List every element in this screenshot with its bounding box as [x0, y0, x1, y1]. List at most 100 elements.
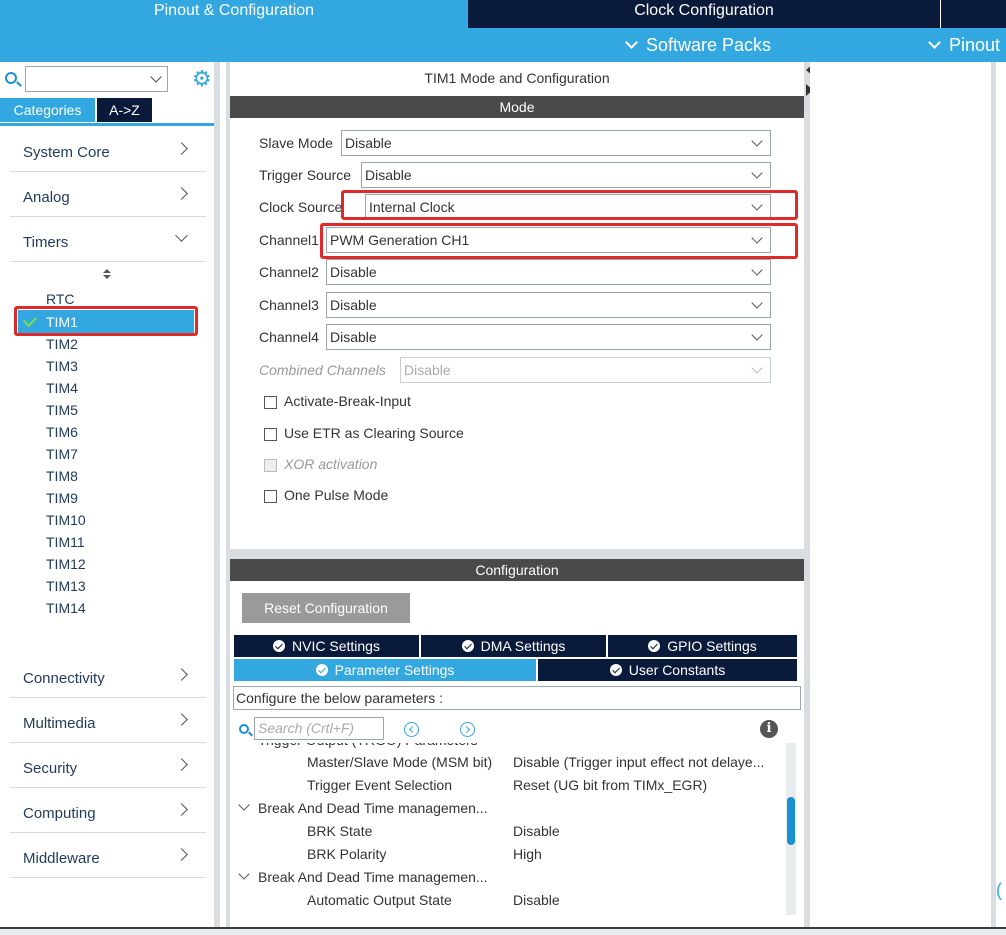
slave-mode-label: Slave Mode [259, 135, 333, 151]
activate-break-input-checkbox[interactable] [264, 396, 277, 409]
chevron-down-icon[interactable] [238, 799, 250, 811]
chevron-right-icon [175, 758, 188, 771]
reset-configuration-button: Reset Configuration [242, 593, 410, 623]
chevron-right-icon [175, 848, 188, 861]
software-packs-menu[interactable]: Software Packs [625, 28, 771, 62]
configuration-header: Configuration [230, 559, 804, 581]
tree-group-break-2[interactable]: Break And Dead Time managemen... [258, 866, 488, 888]
channel4-select[interactable]: Disable [326, 324, 771, 350]
chevron-down-icon [928, 36, 941, 49]
tab-dma-settings[interactable]: DMA Settings [421, 635, 606, 657]
channel4-label: Channel4 [259, 329, 319, 345]
combined-channels-label: Combined Channels [259, 362, 386, 378]
chevron-down-icon [751, 329, 763, 341]
tab-user-constants[interactable]: User Constants [538, 659, 797, 681]
chevron-down-icon [751, 362, 763, 374]
timer-item-tim9[interactable]: TIM9 [46, 487, 78, 509]
chevron-down-icon [751, 135, 763, 147]
category-connectivity[interactable]: Connectivity [10, 654, 206, 698]
tab-pinout-configuration[interactable]: Pinout & Configuration [0, 0, 468, 28]
param-brk-state-value[interactable]: Disable [513, 820, 560, 842]
tab-project-manager[interactable] [940, 0, 1006, 28]
param-brk-polarity-value[interactable]: High [513, 843, 542, 865]
info-icon[interactable]: i [760, 720, 778, 738]
trigger-source-select[interactable]: Disable [361, 162, 771, 188]
chevron-down-icon [625, 36, 638, 49]
tab-a-to-z[interactable]: A->Z [97, 98, 152, 122]
clock-source-label: Clock Source [259, 199, 343, 215]
channel2-select[interactable]: Disable [326, 259, 771, 285]
tab-categories[interactable]: Categories [0, 98, 95, 122]
timer-item-tim10[interactable]: TIM10 [46, 509, 86, 531]
top-tab-bar: Pinout & Configuration Clock Configurati… [0, 0, 1006, 28]
timer-item-tim13[interactable]: TIM13 [46, 575, 86, 597]
tab-underline [0, 123, 214, 126]
pinout-menu[interactable]: Pinout [928, 28, 1000, 62]
scrollbar-thumb[interactable] [787, 797, 795, 845]
panel-title: TIM1 Mode and Configuration [424, 70, 610, 86]
sort-icon[interactable] [103, 269, 111, 279]
timer-item-tim12[interactable]: TIM12 [46, 553, 86, 575]
category-timers[interactable]: Timers [10, 218, 206, 262]
param-msm-value[interactable]: Disable (Trigger input effect not delaye… [513, 751, 764, 773]
vertical-scrollbar[interactable] [786, 743, 796, 915]
channel2-label: Channel2 [259, 264, 319, 280]
chevron-down-icon[interactable] [238, 868, 250, 880]
tab-gpio-settings[interactable]: GPIO Settings [608, 635, 797, 657]
timer-item-tim4[interactable]: TIM4 [46, 377, 78, 399]
check-circle-icon [273, 640, 286, 652]
chevron-down-icon [150, 71, 162, 83]
channel3-select[interactable]: Disable [326, 292, 771, 318]
check-circle-icon [461, 640, 474, 652]
next-match-icon[interactable] [460, 722, 475, 737]
timer-item-tim2[interactable]: TIM2 [46, 333, 78, 355]
parameter-search-input[interactable]: Search (Crtl+F) [254, 717, 384, 740]
category-computing[interactable]: Computing [10, 789, 206, 833]
param-brk-polarity-label[interactable]: BRK Polarity [307, 843, 386, 865]
timer-item-tim8[interactable]: TIM8 [46, 465, 78, 487]
category-middleware[interactable]: Middleware [10, 834, 206, 878]
gear-icon[interactable]: ⚙ [192, 68, 214, 90]
timer-item-tim6[interactable]: TIM6 [46, 421, 78, 443]
tab-parameter-settings[interactable]: Parameter Settings [234, 659, 536, 681]
partial-icon: ( [996, 880, 1002, 900]
param-msm-label[interactable]: Master/Slave Mode (MSM bit) [307, 751, 492, 773]
slave-mode-select[interactable]: Disable [341, 130, 771, 156]
right-panel [810, 62, 996, 927]
use-etr-checkbox[interactable] [264, 428, 277, 441]
one-pulse-mode-checkbox[interactable] [264, 490, 277, 503]
check-circle-icon [315, 664, 328, 676]
timer-item-tim11[interactable]: TIM11 [46, 531, 85, 553]
mode-header: Mode [230, 96, 804, 118]
param-aos-label[interactable]: Automatic Output State [307, 889, 452, 911]
chevron-down-icon [751, 297, 763, 309]
tab-clock-configuration[interactable]: Clock Configuration [470, 0, 938, 28]
tree-group-trgo[interactable]: Trigger Output (TRGO) Parameters [258, 743, 478, 751]
timer-item-tim14[interactable]: TIM14 [46, 597, 86, 619]
chevron-right-icon [175, 187, 188, 200]
tree-group-break-1[interactable]: Break And Dead Time managemen... [258, 797, 488, 819]
category-analog[interactable]: Analog [10, 173, 206, 217]
param-tes-value[interactable]: Reset (UG bit from TIMx_EGR) [513, 774, 707, 796]
previous-match-icon[interactable] [404, 722, 419, 737]
category-security[interactable]: Security [10, 744, 206, 788]
param-aos-value[interactable]: Disable [513, 889, 560, 911]
timer-item-tim3[interactable]: TIM3 [46, 355, 78, 377]
sub-toolbar: Software Packs Pinout [0, 28, 1006, 62]
check-circle-icon [609, 664, 622, 676]
category-system-core[interactable]: System Core [10, 128, 206, 172]
tab-nvic-settings[interactable]: NVIC Settings [234, 635, 419, 657]
timer-item-tim7[interactable]: TIM7 [46, 443, 78, 465]
activate-break-input-label: Activate-Break-Input [284, 393, 411, 409]
chevron-right-icon [175, 142, 188, 155]
check-circle-icon [648, 640, 661, 652]
param-tes-label[interactable]: Trigger Event Selection [307, 774, 452, 796]
sidebar-search-combo[interactable] [25, 66, 168, 92]
chevron-down-icon [751, 167, 763, 179]
category-multimedia[interactable]: Multimedia [10, 699, 206, 743]
timer-item-tim5[interactable]: TIM5 [46, 399, 78, 421]
mode-panel: TIM1 Mode and Configuration Mode Slave M… [230, 62, 804, 549]
param-brk-state-label[interactable]: BRK State [307, 820, 372, 842]
channel1-label: Channel1 [259, 232, 319, 248]
chevron-right-icon [175, 803, 188, 816]
